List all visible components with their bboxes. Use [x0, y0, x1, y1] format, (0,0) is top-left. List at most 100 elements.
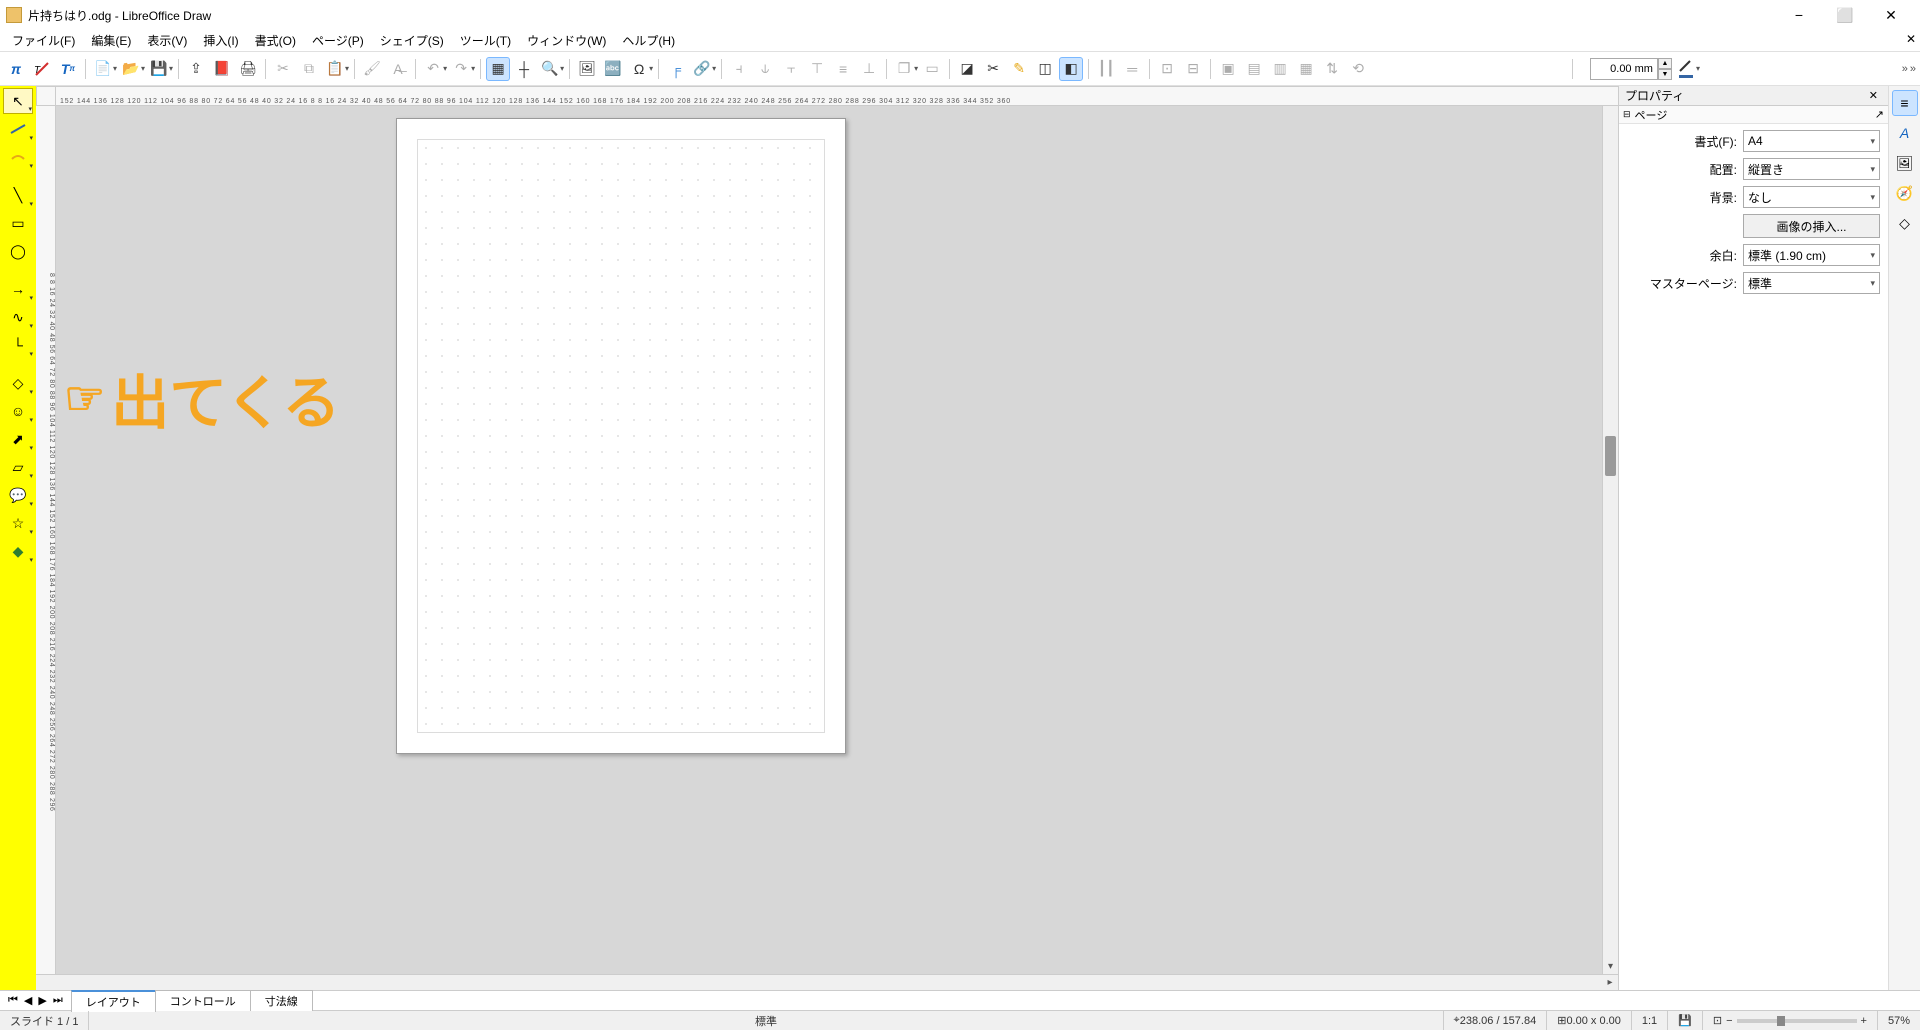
layer-nav-last[interactable]: ⏭ [51, 994, 65, 1007]
tab-navigator[interactable]: 🧭 [1892, 180, 1918, 206]
status-scale[interactable]: 1:1 [1632, 1011, 1668, 1030]
menu-page[interactable]: ページ(P) [304, 30, 372, 51]
section-more-icon[interactable]: ↗ [1875, 108, 1884, 121]
line-width-input[interactable] [1590, 58, 1658, 80]
zoom-slider[interactable] [1737, 1019, 1857, 1023]
insert-special-char-button[interactable]: Ω [627, 57, 651, 81]
spin-up-icon[interactable]: ▲ [1658, 58, 1672, 69]
maximize-button[interactable]: ⬜ [1822, 0, 1868, 30]
menu-edit[interactable]: 編集(E) [83, 30, 139, 51]
menu-shape[interactable]: シェイプ(S) [372, 30, 452, 51]
chevron-down-icon[interactable]: ▾ [560, 64, 564, 73]
scroll-right-icon[interactable]: ▸ [1602, 975, 1618, 990]
orientation-combo[interactable]: 縦置き▾ [1743, 158, 1880, 180]
select-tool[interactable]: ↖▾ [3, 88, 33, 114]
3d-objects-tool[interactable]: ◆▾ [3, 538, 33, 564]
vertical-ruler[interactable]: 8 8 16 24 32 40 48 56 64 72 80 88 96 104… [36, 106, 56, 974]
horizontal-ruler[interactable]: 152 144 136 128 120 112 104 96 88 80 72 … [56, 86, 1618, 106]
filter-button[interactable]: ✎ [1007, 57, 1031, 81]
menu-insert[interactable]: 挿入(I) [195, 30, 246, 51]
menu-view[interactable]: 表示(V) [139, 30, 195, 51]
block-arrows-tool[interactable]: ⬈▾ [3, 426, 33, 452]
tab-shapes[interactable]: ◇ [1892, 210, 1918, 236]
zoom-controls[interactable]: ⊡ − + [1703, 1011, 1878, 1030]
status-zoom[interactable]: 57% [1878, 1011, 1920, 1030]
fill-color-tool[interactable]: ▾ [3, 144, 33, 170]
redo-button[interactable]: ↷ [449, 57, 473, 81]
undo-button[interactable]: ↶ [421, 57, 445, 81]
forward-icon[interactable]: ▤ [1242, 57, 1266, 81]
curve-tool[interactable]: ∿▾ [3, 304, 33, 330]
tex-off-icon[interactable]: T [30, 57, 54, 81]
misc-icon[interactable]: ⟲ [1346, 57, 1370, 81]
sidebar-close-button[interactable]: ✕ [1865, 89, 1882, 102]
status-save-icon[interactable]: 💾 [1668, 1011, 1703, 1030]
zoom-in-icon[interactable]: + [1861, 1015, 1867, 1027]
layer-nav-first[interactable]: ⏮ [6, 994, 20, 1007]
layer-nav-next[interactable]: ▶ [36, 994, 48, 1007]
clear-format-button[interactable]: A̶ [386, 57, 410, 81]
margin-combo[interactable]: 標準 (1.90 cm)▾ [1743, 244, 1880, 266]
menu-help[interactable]: ヘルプ(H) [614, 30, 683, 51]
connector-tool[interactable]: └▾ [3, 332, 33, 358]
tab-gallery[interactable]: 🖼 [1892, 150, 1918, 176]
chevron-down-icon[interactable]: ▾ [649, 64, 653, 73]
insert-image-button[interactable]: 🖼 [575, 57, 599, 81]
line-width-spinner[interactable]: ▲▼ [1590, 58, 1672, 80]
export-pdf-button[interactable]: 📕 [210, 57, 234, 81]
menu-format[interactable]: 書式(O) [247, 30, 304, 51]
extrusion-button[interactable]: ◧ [1059, 57, 1083, 81]
save-button[interactable]: 💾 [147, 57, 171, 81]
line-color-button[interactable] [1674, 57, 1698, 81]
copy-button[interactable]: ⧉ [297, 57, 321, 81]
sidebar-section-header[interactable]: ⊟ ページ ↗ [1619, 106, 1888, 124]
menu-window[interactable]: ウィンドウ(W) [519, 30, 614, 51]
stars-tool[interactable]: ☆▾ [3, 510, 33, 536]
toolbar-overflow-button[interactable]: » [1910, 63, 1916, 75]
ungroup-icon[interactable]: ⊟ [1181, 57, 1205, 81]
align-right-icon[interactable]: ⫟ [779, 57, 803, 81]
backward-icon[interactable]: ▥ [1268, 57, 1292, 81]
align-center-v-icon[interactable]: ≡ [831, 57, 855, 81]
flowchart-tool[interactable]: ▱▾ [3, 454, 33, 480]
horizontal-scrollbar[interactable]: ▸ [56, 975, 1618, 990]
tex-on-icon[interactable]: Tπ [56, 57, 80, 81]
drawing-page[interactable] [396, 118, 846, 754]
format-combo[interactable]: A4▾ [1743, 130, 1880, 152]
formula-icon[interactable]: π [4, 57, 28, 81]
insert-textbox-button[interactable]: 🔤 [601, 57, 625, 81]
snap-guides-button[interactable]: ┼ [512, 57, 536, 81]
close-button[interactable]: ✕ [1868, 0, 1914, 30]
send-back-icon[interactable]: ▦ [1294, 57, 1318, 81]
minimize-button[interactable]: − [1776, 0, 1822, 30]
cut-button[interactable]: ✂ [271, 57, 295, 81]
dist-h-icon[interactable]: ┃┃ [1094, 57, 1118, 81]
grid-button[interactable]: ▦ [486, 57, 510, 81]
basic-shapes-tool[interactable]: ◇▾ [3, 370, 33, 396]
dist-v-icon[interactable]: ═ [1120, 57, 1144, 81]
layer-tab-layout[interactable]: レイアウト [71, 990, 156, 1012]
distribute-button[interactable]: ▭ [920, 57, 944, 81]
new-button[interactable]: 📄 [91, 57, 115, 81]
open-button[interactable]: 📂 [119, 57, 143, 81]
insert-hyperlink-button[interactable]: 🔗 [690, 57, 714, 81]
scroll-down-icon[interactable]: ▾ [1603, 958, 1618, 974]
background-combo[interactable]: なし▾ [1743, 186, 1880, 208]
menu-file[interactable]: ファイル(F) [4, 30, 83, 51]
line-tool[interactable]: ╲▾ [3, 182, 33, 208]
layer-nav-prev[interactable]: ◀ [22, 994, 34, 1007]
chevron-down-icon[interactable]: ▾ [1696, 64, 1700, 73]
close-document-button[interactable]: ✕ [1906, 32, 1916, 46]
tab-styles[interactable]: A [1892, 120, 1918, 146]
print-button[interactable]: 🖨 [236, 57, 260, 81]
align-top-icon[interactable]: ⊤ [805, 57, 829, 81]
spin-down-icon[interactable]: ▼ [1658, 69, 1672, 80]
clone-format-button[interactable]: 🖌 [360, 57, 384, 81]
export-button[interactable]: ⇪ [184, 57, 208, 81]
callouts-tool[interactable]: 💬▾ [3, 482, 33, 508]
rectangle-tool[interactable]: ▭ [3, 210, 33, 236]
reverse-icon[interactable]: ⇅ [1320, 57, 1344, 81]
layer-tab-dimlines[interactable]: 寸法線 [250, 990, 313, 1011]
group-icon[interactable]: ⊡ [1155, 57, 1179, 81]
symbol-shapes-tool[interactable]: ☺▾ [3, 398, 33, 424]
